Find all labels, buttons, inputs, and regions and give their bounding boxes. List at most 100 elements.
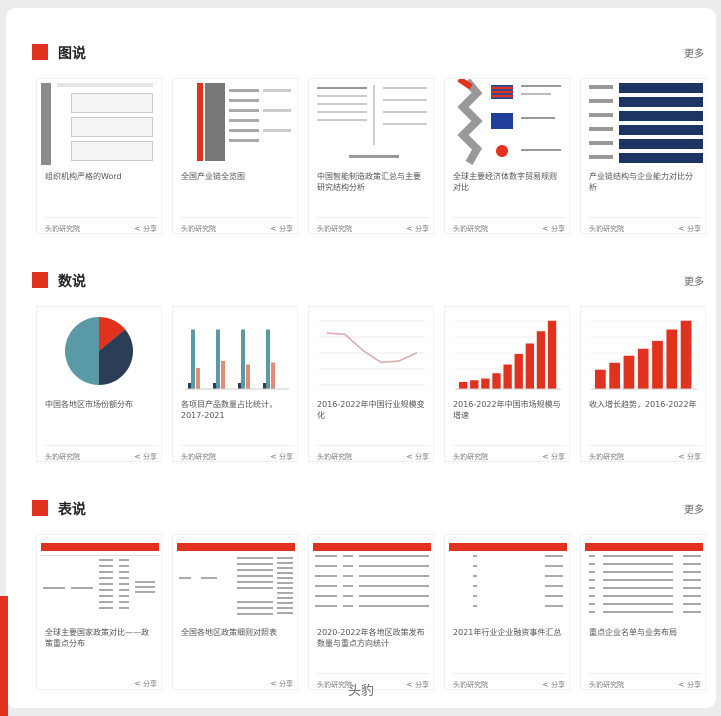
card-source: 头豹研究院 bbox=[453, 453, 488, 461]
bar bbox=[514, 354, 523, 389]
card[interactable]: 全球主要国家政策对比——政策重点分布 < 分享 bbox=[36, 534, 162, 690]
share-button[interactable]: < 分享 bbox=[134, 679, 157, 689]
bar bbox=[263, 383, 266, 389]
flags-diagram bbox=[457, 79, 561, 165]
card-title: 重点企业名单与业务布局 bbox=[589, 628, 677, 637]
left-accent-bar bbox=[0, 596, 8, 716]
card-title: 收入增长趋势，2016-2022年 bbox=[589, 400, 697, 409]
card-source: 头豹研究院 bbox=[181, 453, 216, 461]
card[interactable]: 全国各地区政策细则对照表 < 分享 bbox=[172, 534, 298, 690]
card[interactable]: 全国产业链全览图 头豹研究院 < 分享 bbox=[172, 78, 298, 234]
share-button[interactable]: < 分享 bbox=[542, 452, 565, 461]
watermark: 头豹 bbox=[348, 684, 375, 699]
card-thumbnail bbox=[177, 79, 295, 165]
share-button[interactable]: < 分享 bbox=[542, 680, 565, 689]
share-button[interactable]: < 分享 bbox=[134, 452, 157, 461]
section-marker-icon bbox=[32, 272, 48, 288]
bar bbox=[492, 373, 501, 389]
share-button[interactable]: < 分享 bbox=[678, 452, 701, 461]
more-link[interactable]: 更多 bbox=[684, 45, 704, 60]
card-title: 中国各地区市场份额分布 bbox=[45, 400, 133, 409]
share-icon: < bbox=[406, 452, 413, 461]
bar bbox=[470, 380, 479, 389]
share-button[interactable]: < 分享 bbox=[542, 224, 565, 233]
card-source: 头豹研究院 bbox=[317, 453, 352, 461]
bar bbox=[241, 329, 245, 389]
bar bbox=[503, 364, 512, 389]
card[interactable]: 产业链结构与企业能力对比分析 头豹研究院 < 分享 bbox=[580, 78, 706, 234]
card[interactable]: 收入增长趋势，2016-2022年 头豹研究院 < 分享 bbox=[580, 306, 706, 462]
bar bbox=[536, 331, 546, 389]
share-button[interactable]: < 分享 bbox=[406, 452, 429, 461]
card-title: 全国产业链全览图 bbox=[181, 172, 245, 181]
bar bbox=[188, 383, 191, 389]
card-source: 头豹研究院 bbox=[317, 681, 352, 689]
bar bbox=[595, 369, 606, 389]
card-thumbnail bbox=[585, 535, 703, 621]
share-icon: < bbox=[270, 452, 277, 461]
bar-chart bbox=[455, 320, 561, 390]
card-footer: 头豹研究院 < 分享 bbox=[45, 217, 157, 233]
card-thumbnail bbox=[313, 79, 431, 165]
content-panel: 图说 更多 组织机构严格的Word 头豹研究院 < 分享 全国产业链全览图 头豹… bbox=[6, 8, 716, 708]
bar bbox=[196, 368, 200, 389]
card[interactable]: 2016-2022年中国市场规模与增速 头豹研究院 < 分享 bbox=[444, 306, 570, 462]
card-thumbnail bbox=[41, 535, 159, 621]
more-link[interactable]: 更多 bbox=[684, 501, 704, 516]
share-button[interactable]: < 分享 bbox=[270, 224, 293, 233]
bar bbox=[459, 382, 468, 389]
card[interactable]: 2020-2022年各地区政策发布数量与重点方向统计 头豹研究院 < 分享 bbox=[308, 534, 434, 690]
card-footer: 头豹研究院 < 分享 bbox=[317, 673, 429, 689]
share-button[interactable]: < 分享 bbox=[134, 224, 157, 233]
card-thumbnail bbox=[313, 535, 431, 621]
bar bbox=[652, 340, 663, 389]
bar bbox=[266, 329, 270, 389]
card[interactable]: 各项目产品数量占比统计，2017-2021 头豹研究院 < 分享 bbox=[172, 306, 298, 462]
share-button[interactable]: < 分享 bbox=[406, 224, 429, 233]
share-button[interactable]: < 分享 bbox=[678, 224, 701, 233]
card-source: 头豹研究院 bbox=[45, 453, 80, 461]
share-icon: < bbox=[678, 224, 685, 233]
bar bbox=[271, 362, 275, 389]
card-title: 产业链结构与企业能力对比分析 bbox=[589, 172, 693, 192]
card[interactable]: 全球主要经济体数字贸易规则对比 头豹研究院 < 分享 bbox=[444, 78, 570, 234]
bar bbox=[213, 383, 216, 389]
bar bbox=[246, 364, 250, 389]
card-title: 全球主要国家政策对比——政策重点分布 bbox=[45, 628, 149, 648]
bar bbox=[238, 383, 241, 389]
card[interactable]: 2021年行业企业融资事件汇总 头豹研究院 < 分享 bbox=[444, 534, 570, 690]
card[interactable]: 中国各地区市场份额分布 头豹研究院 < 分享 bbox=[36, 306, 162, 462]
share-icon: < bbox=[270, 679, 277, 688]
share-button[interactable]: < 分享 bbox=[678, 680, 701, 689]
section-header: 表说 更多 bbox=[32, 498, 712, 520]
section-header: 图说 更多 bbox=[32, 42, 712, 64]
share-button[interactable]: < 分享 bbox=[406, 680, 429, 689]
card[interactable]: 2016-2022年中国行业规模变化 头豹研究院 < 分享 bbox=[308, 306, 434, 462]
card[interactable]: 组织机构严格的Word 头豹研究院 < 分享 bbox=[36, 78, 162, 234]
more-link[interactable]: 更多 bbox=[684, 273, 704, 288]
card-title: 2016-2022年中国行业规模变化 bbox=[317, 400, 425, 420]
card-source: 头豹研究院 bbox=[45, 225, 80, 233]
card-source: 头豹研究院 bbox=[589, 453, 624, 461]
card-source: 头豹研究院 bbox=[589, 681, 624, 689]
share-button[interactable]: < 分享 bbox=[270, 452, 293, 461]
card-source: 头豹研究院 bbox=[317, 225, 352, 233]
section-header: 数说 更多 bbox=[32, 270, 712, 292]
card[interactable]: 重点企业名单与业务布局 头豹研究院 < 分享 bbox=[580, 534, 706, 690]
share-icon: < bbox=[406, 224, 413, 233]
share-icon: < bbox=[134, 452, 141, 461]
share-button[interactable]: < 分享 bbox=[270, 679, 293, 689]
bar bbox=[666, 329, 678, 389]
line-chart bbox=[319, 320, 425, 386]
pie-chart bbox=[65, 317, 133, 385]
card-thumbnail bbox=[449, 535, 567, 621]
section-title: 图说 bbox=[58, 46, 86, 62]
card-title: 2016-2022年中国市场规模与增速 bbox=[453, 400, 561, 420]
bar bbox=[221, 361, 225, 389]
card-footer: 头豹研究院 < 分享 bbox=[181, 445, 293, 461]
card-title: 各项目产品数量占比统计，2017-2021 bbox=[181, 400, 277, 420]
card-thumbnail bbox=[177, 535, 295, 621]
card[interactable]: 中国智能制造政策汇总与主要研究结构分析 头豹研究院 < 分享 bbox=[308, 78, 434, 234]
card-footer: 头豹研究院 < 分享 bbox=[181, 217, 293, 233]
bar bbox=[609, 362, 620, 389]
